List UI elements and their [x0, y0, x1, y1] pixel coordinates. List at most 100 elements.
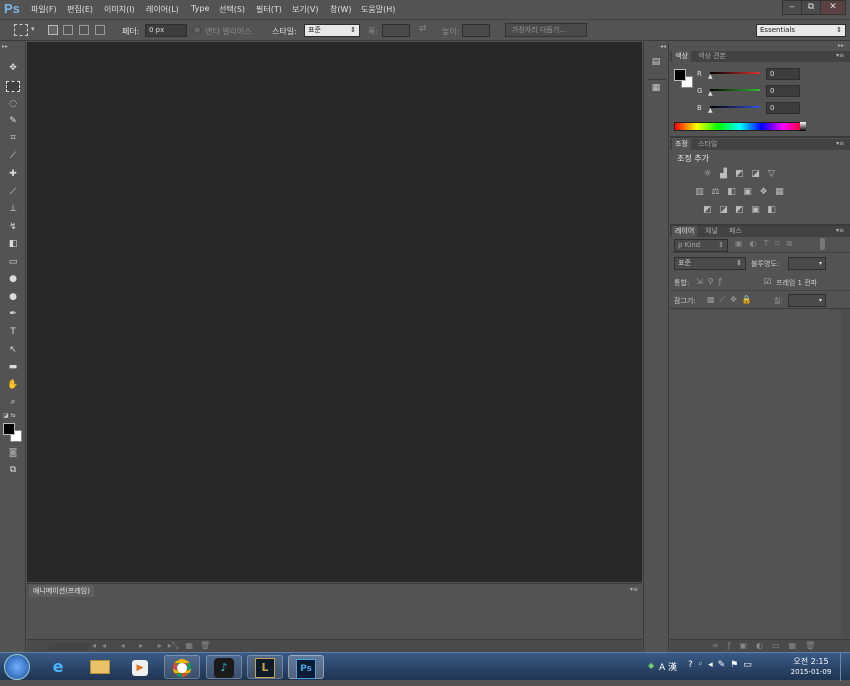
screen-mode-icon[interactable]: ⧉ [5, 463, 21, 477]
add-selection-icon[interactable] [63, 25, 73, 35]
unify-icons[interactable]: ⇲⚲ƒ [696, 277, 726, 286]
document-canvas[interactable] [27, 42, 642, 582]
lasso-tool-icon[interactable]: ◌ [5, 97, 21, 111]
collapse-icon[interactable]: ▸▸ [838, 42, 844, 49]
animation-panel-tab[interactable]: 애니메이션(프레임) [29, 585, 94, 597]
tab-adjustments[interactable]: 조정 [672, 139, 691, 150]
brightness-icon[interactable]: ☼ [702, 170, 713, 179]
hand-tool-icon[interactable]: ✋ [5, 378, 21, 392]
swap-icon[interactable]: ⇄ [419, 24, 427, 34]
quick-select-tool-icon[interactable]: ✎ [5, 114, 21, 128]
channel-mixer-icon[interactable]: ❖ [758, 188, 769, 197]
tab-paths[interactable]: 패스 [726, 226, 745, 237]
path-select-tool-icon[interactable]: ↖ [5, 343, 21, 357]
subtract-selection-icon[interactable] [79, 25, 89, 35]
panel-menu-icon[interactable]: ▾≡ [836, 52, 844, 59]
chrome-icon[interactable] [164, 655, 200, 679]
workspace-select[interactable]: Essentials ⇕ [756, 24, 846, 37]
explorer-icon[interactable] [82, 655, 118, 679]
width-input[interactable] [382, 24, 410, 37]
menu-filter[interactable]: 필터(T) [256, 4, 282, 15]
red-value[interactable]: 0 [766, 68, 800, 80]
tab-channels[interactable]: 채널 [702, 226, 721, 237]
clock-time[interactable]: 오전 2:15 [787, 656, 835, 667]
panel-menu-icon[interactable]: ▾≡ [836, 227, 844, 234]
height-input[interactable] [462, 24, 490, 37]
foreground-color-swatch[interactable] [3, 423, 15, 435]
music-app-icon[interactable]: ♪ [206, 655, 242, 679]
blur-tool-icon[interactable]: ● [5, 272, 21, 286]
clone-stamp-tool-icon[interactable]: ⊥ [5, 202, 21, 216]
levels-icon[interactable]: ▟ [718, 170, 729, 179]
red-slider[interactable] [710, 72, 760, 74]
menu-view[interactable]: 보기(V) [292, 4, 318, 15]
marquee-tool-icon[interactable] [6, 81, 20, 92]
lock-icons[interactable]: ▩⟋✥🔒 [707, 295, 757, 305]
tab-layers[interactable]: 레이어 [672, 226, 698, 237]
tab-styles[interactable]: 스타일 [695, 139, 720, 150]
start-button[interactable] [4, 654, 30, 680]
gradient-fill-icon[interactable]: ◧ [766, 206, 777, 215]
menu-layer[interactable]: 레이어(L) [146, 4, 179, 15]
panel-menu-icon[interactable]: ▾≡ [836, 140, 844, 147]
photo-filter-icon[interactable]: ▣ [742, 188, 753, 197]
collapse-icon[interactable]: ▸▸ [2, 43, 8, 50]
filter-toggle[interactable] [820, 238, 825, 250]
ime-indicator[interactable]: A 漢 [659, 660, 677, 673]
blue-value[interactable]: 0 [766, 102, 800, 114]
invert-icon[interactable]: ◩ [702, 206, 713, 215]
network-tray-icon[interactable]: ◆ [648, 661, 654, 670]
menu-file[interactable]: 파일(F) [31, 4, 57, 15]
threshold-icon[interactable]: ◩ [734, 206, 745, 215]
tab-swatches[interactable]: 색상 견본 [695, 51, 729, 62]
menu-edit[interactable]: 편집(E) [67, 4, 93, 15]
propagate-checkbox[interactable]: ☑ [764, 277, 771, 286]
history-brush-tool-icon[interactable]: ↯ [5, 220, 21, 234]
exposure-icon[interactable]: ◪ [750, 170, 761, 179]
menu-image[interactable]: 이미지(I) [104, 4, 135, 15]
gradient-map-icon[interactable]: ▽ [766, 170, 777, 179]
rectangle-tool-icon[interactable]: ▬ [5, 360, 21, 374]
history-panel-icon[interactable]: ▤ [649, 57, 663, 71]
eraser-tool-icon[interactable]: ◧ [5, 237, 21, 251]
pen-tool-icon[interactable]: ✒ [5, 307, 21, 321]
blend-mode-select[interactable]: 표준 ⇕ [674, 257, 746, 270]
menu-help[interactable]: 도움말(H) [361, 4, 395, 15]
expand-icon[interactable]: ◂◂ [660, 43, 666, 50]
slider-thumb-icon[interactable]: ▲ [708, 107, 713, 114]
frame-action-icons[interactable]: ⤡▦🗑 [172, 641, 217, 651]
brush-tool-icon[interactable]: ⟋ [5, 185, 21, 199]
curves-icon[interactable]: ◩ [734, 170, 745, 179]
antialias-checkbox[interactable] [193, 26, 201, 34]
default-colors-icon[interactable]: ◪ ⇆ [3, 412, 16, 419]
posterize-icon[interactable]: ◪ [718, 206, 729, 215]
show-desktop-button[interactable] [840, 653, 850, 681]
panel-menu-icon[interactable]: ▾≡ [630, 586, 638, 593]
color-foreground-swatch[interactable] [674, 69, 686, 81]
green-value[interactable]: 0 [766, 85, 800, 97]
playback-controls[interactable]: ◂◂ ◂ ▸ ▸▸ [92, 641, 178, 650]
layer-kind-filter[interactable]: ρ Kind ⇕ [674, 239, 728, 252]
tab-color[interactable]: 색상 [672, 51, 691, 62]
quick-mask-icon[interactable]: ◙ [5, 446, 21, 460]
new-selection-icon[interactable] [48, 25, 58, 35]
vibrance-icon[interactable]: ▥ [694, 188, 705, 197]
feather-input[interactable]: 0 px [145, 24, 187, 37]
menu-window[interactable]: 창(W) [330, 4, 352, 15]
ie-icon[interactable]: e [40, 655, 76, 679]
color-lookup-icon[interactable]: ▦ [774, 188, 785, 197]
slider-thumb-icon[interactable]: ▲ [708, 73, 713, 80]
refine-edge-button[interactable]: 가장자리 다듬기... [505, 23, 587, 37]
loop-select[interactable] [49, 643, 89, 651]
properties-panel-icon[interactable]: ▦ [649, 83, 663, 97]
layer-filter-icons[interactable]: ▣◐T⌑⧉ [735, 239, 799, 249]
gradient-tool-icon[interactable]: ▭ [5, 255, 21, 269]
intersect-selection-icon[interactable] [95, 25, 105, 35]
style-select[interactable]: 표준 ⇕ [304, 24, 360, 37]
crop-tool-icon[interactable]: ⌗ [5, 131, 21, 145]
spot-healing-tool-icon[interactable]: ✚ [5, 167, 21, 181]
league-icon[interactable]: L [247, 655, 283, 679]
type-tool-icon[interactable]: T [5, 325, 21, 339]
layers-scrollbar[interactable] [841, 309, 850, 638]
opacity-input[interactable]: ▾ [788, 257, 826, 270]
